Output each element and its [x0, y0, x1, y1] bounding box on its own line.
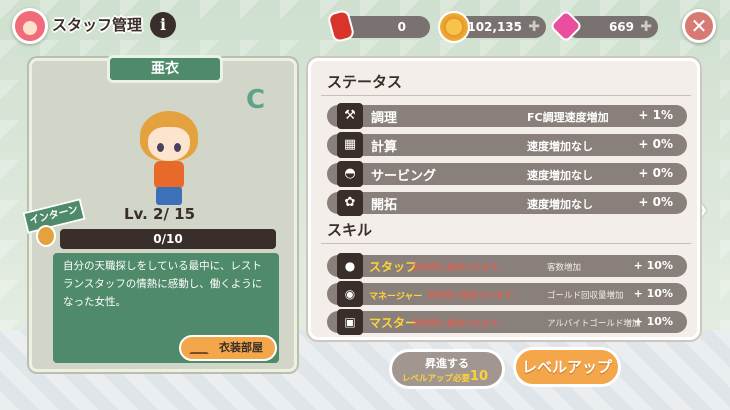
skill-name: スタッフ: [369, 260, 418, 274]
skill-effect: ゴールド回収量増加: [547, 291, 624, 301]
staff-avatar-icon: [12, 8, 48, 44]
skill-effect: アルバイトゴールド増加: [547, 319, 641, 329]
stats-panel: ステータス ⚒ 調理 FC調理速度増加 + 1% ▦ 計算 速度増加なし + 0% ◓ サービング…: [308, 58, 700, 340]
spatula-icon: ⚒: [337, 103, 363, 129]
promote-cost-label: レベルアップ必要: [402, 374, 471, 384]
status-name: 調理: [371, 111, 398, 126]
can-icon: [326, 8, 356, 44]
skills-title: スキル: [327, 221, 373, 239]
cloche-icon: ◓: [337, 161, 363, 187]
skill-row: ◉ マネージャー 昇格時に解放されます。 ゴールド回収量増加 + 10%: [327, 281, 687, 307]
skill-value: + 10%: [633, 287, 673, 300]
staff-name: 亜衣: [107, 55, 223, 83]
skill-lock-note: 昇格時に解放されます。: [413, 263, 506, 273]
skill-effect: 客数増加: [547, 263, 582, 273]
status-description: 速度増加なし: [527, 169, 593, 182]
add-gems-icon[interactable]: ✚: [640, 16, 652, 38]
coin-icon: [438, 11, 470, 43]
skill-lock-note: 昇格時に解放されます。: [427, 291, 520, 301]
character-body: [154, 161, 184, 189]
status-divider: [321, 95, 691, 96]
info-button[interactable]: i: [150, 12, 176, 38]
skills-divider: [321, 243, 691, 244]
status-description: 速度増加なし: [527, 140, 593, 153]
coins-value: 102,135: [467, 20, 522, 34]
status-row: ✿ 開拓 速度増加なし + 0%: [327, 190, 687, 216]
skill-name: マネージャー: [369, 292, 423, 302]
description-text: 自分の天職探しをしている最中に、レストランスタッフの情熱に感動し、働くようになっ…: [63, 260, 263, 308]
page-title: スタッフ管理: [52, 16, 143, 34]
status-row: ⚒ 調理 FC調理速度増加 + 1%: [327, 103, 687, 129]
staff-character-sprite: [134, 111, 204, 207]
status-value: + 1%: [638, 108, 673, 122]
calculator-icon: ▦: [337, 132, 363, 158]
staff-profile-panel: 亜衣 C Lv. 2/ 15 インターン 0/10 自分の天職探しをしている最中…: [22, 55, 297, 372]
status-name: 開拓: [371, 198, 398, 213]
skill-name: マスター: [369, 316, 418, 330]
add-coins-icon[interactable]: ✚: [528, 16, 540, 38]
skill-lock-note: 昇格時に解放されます。: [413, 319, 506, 329]
close-button[interactable]: ✕: [682, 9, 716, 43]
promote-button[interactable]: 昇進する レベルアップ必要 10: [389, 349, 505, 389]
skill-row: ● スタッフ 昇格時に解放されます。 客数増加 + 10%: [327, 253, 687, 279]
bear-icon: ●: [337, 253, 363, 279]
cans-value: 0: [397, 20, 406, 34]
coin-bag-icon: ◉: [337, 281, 363, 307]
exp-bar: 0/10: [60, 229, 276, 249]
status-value: + 0%: [638, 166, 673, 180]
status-description: FC調理速度増加: [527, 111, 609, 124]
skill-value: + 10%: [633, 315, 673, 328]
status-title: ステータス: [327, 73, 403, 91]
status-row: ◓ サービング 速度増加なし + 0%: [327, 161, 687, 187]
skill-value: + 10%: [633, 259, 673, 272]
mini-avatar-icon: [36, 225, 56, 247]
status-row: ▦ 計算 速度増加なし + 0%: [327, 132, 687, 158]
character-legs: [156, 187, 182, 205]
character-face: [148, 127, 190, 161]
status-description: 速度増加なし: [527, 198, 593, 211]
skill-row: ▣ マスター 昇格時に解放されます。 アルバイトゴールド増加 + 10%: [327, 309, 687, 335]
level-up-button[interactable]: レベルアップ: [513, 347, 621, 387]
top-bar: スタッフ管理 i 0 102,135 ✚ 669 ✚ ✕: [0, 0, 730, 52]
status-name: 計算: [371, 140, 398, 155]
character-eye: [174, 143, 181, 152]
promote-cost: 10: [469, 369, 488, 384]
costume-room-label: 衣装部屋: [219, 341, 263, 354]
exp-text: 0/10: [153, 232, 183, 246]
status-name: サービング: [371, 169, 437, 184]
gems-value: 669: [608, 20, 634, 34]
status-value: + 0%: [638, 195, 673, 209]
staff-rank: C: [246, 85, 266, 115]
costume-room-button[interactable]: 衣装部屋: [179, 335, 277, 361]
hanger-icon: [189, 342, 209, 354]
wheat-icon: ✿: [337, 190, 363, 216]
character-eye: [157, 143, 164, 152]
status-value: + 0%: [638, 137, 673, 151]
staff-level: Lv. 2/ 15: [124, 205, 196, 223]
safe-icon: ▣: [337, 309, 363, 335]
